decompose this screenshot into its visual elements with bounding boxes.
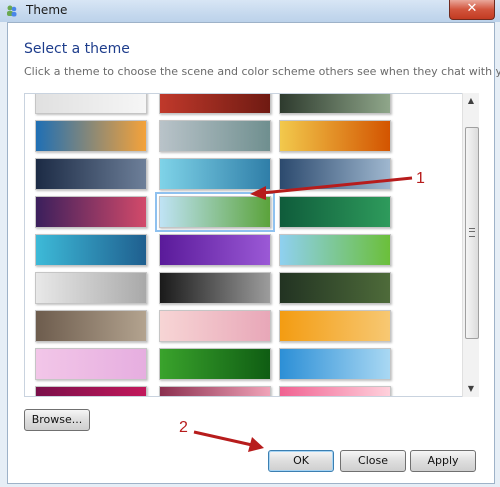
vertical-scrollbar[interactable]: ▲ ▼	[462, 93, 479, 397]
theme-thumbnail[interactable]	[279, 94, 391, 114]
theme-thumbnail[interactable]	[35, 348, 147, 380]
theme-thumbnail[interactable]	[35, 386, 147, 396]
theme-thumbnail[interactable]	[279, 158, 391, 190]
theme-thumbnail[interactable]	[279, 386, 391, 396]
close-icon: ✕	[466, 1, 478, 16]
theme-thumbnail[interactable]	[159, 272, 271, 304]
scroll-down-arrow-icon[interactable]: ▼	[463, 381, 479, 397]
dialog-description: Click a theme to choose the scene and co…	[24, 65, 500, 78]
scroll-thumb[interactable]	[465, 127, 479, 339]
theme-thumbnail[interactable]	[35, 234, 147, 266]
theme-thumbnail[interactable]	[279, 348, 391, 380]
theme-thumbnail[interactable]	[279, 234, 391, 266]
annotation-label-2: 2	[179, 419, 188, 436]
scroll-up-arrow-icon[interactable]: ▲	[463, 93, 479, 109]
theme-thumbnail[interactable]	[35, 120, 147, 152]
theme-thumbnail[interactable]	[159, 94, 271, 114]
theme-thumbnail[interactable]	[279, 196, 391, 228]
theme-thumbnail[interactable]	[159, 120, 271, 152]
dialog-heading: Select a theme	[24, 41, 130, 57]
theme-thumbnail[interactable]	[279, 272, 391, 304]
theme-thumbnail[interactable]	[35, 158, 147, 190]
close-button[interactable]: Close	[340, 450, 406, 472]
theme-thumbnail[interactable]	[159, 348, 271, 380]
window-close-button[interactable]: ✕	[449, 0, 495, 20]
theme-thumbnail[interactable]	[35, 94, 147, 114]
theme-thumbnail[interactable]	[279, 120, 391, 152]
ok-button[interactable]: OK	[268, 450, 334, 472]
theme-thumbnail[interactable]	[35, 310, 147, 342]
theme-thumbnail[interactable]	[155, 192, 275, 232]
dialog-body: Select a theme Click a theme to choose t…	[7, 22, 500, 484]
theme-thumbnail[interactable]	[279, 310, 391, 342]
theme-thumbnail[interactable]	[159, 234, 271, 266]
theme-thumbnail[interactable]	[35, 196, 147, 228]
theme-thumbnail[interactable]	[159, 310, 271, 342]
theme-gallery	[24, 93, 464, 397]
theme-thumbnail[interactable]	[159, 386, 271, 396]
messenger-people-icon	[7, 5, 17, 17]
theme-thumbnail[interactable]	[159, 158, 271, 190]
apply-button[interactable]: Apply	[410, 450, 476, 472]
annotation-label-1: 1	[416, 170, 425, 187]
browse-button[interactable]: Browse...	[24, 409, 90, 431]
theme-thumbnail[interactable]	[35, 272, 147, 304]
grip-icon	[469, 228, 475, 237]
theme-grid	[25, 94, 463, 396]
window-title: Theme	[26, 3, 68, 17]
title-bar: Theme ✕	[0, 0, 500, 22]
